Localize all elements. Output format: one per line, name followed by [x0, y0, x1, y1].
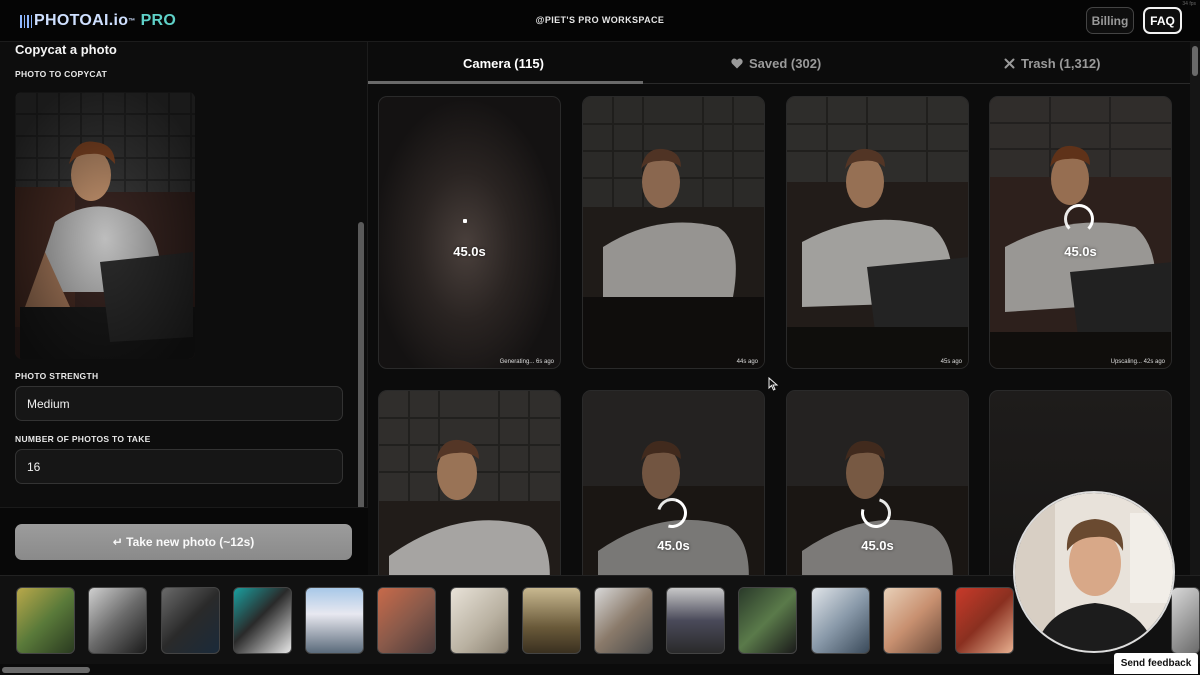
reference-thumbnail[interactable] — [16, 587, 75, 654]
send-feedback-button[interactable]: Send feedback — [1114, 653, 1198, 674]
reference-thumbnail[interactable] — [883, 587, 942, 654]
fps-counter: 34 fps — [1182, 1, 1196, 7]
generated-photo — [583, 97, 764, 368]
tab-saved-label: Saved (302) — [749, 56, 822, 71]
active-tab-indicator — [368, 81, 643, 84]
mouse-cursor-icon — [768, 377, 779, 391]
reference-thumbnail[interactable] — [955, 587, 1014, 654]
gallery-scrollbar[interactable] — [1190, 42, 1200, 575]
reference-thumbnail[interactable] — [738, 587, 797, 654]
copycat-photo-image — [15, 92, 195, 359]
reference-thumbnail[interactable] — [811, 587, 870, 654]
gallery-tabs: Camera (115) Saved (302) Trash (1,312) — [368, 42, 1190, 84]
heart-icon — [731, 58, 743, 69]
card-status: Upscaling... 42s ago — [1110, 359, 1165, 365]
generated-photo — [379, 391, 560, 575]
left-panel: Copycat a photo PHOTO TO COPYCAT PHOTO S… — [0, 42, 368, 575]
photo-card[interactable]: 44s ago — [582, 96, 765, 369]
faq-button[interactable]: FAQ — [1143, 7, 1182, 34]
reference-thumbnail[interactable] — [305, 587, 364, 654]
take-photo-area: ↵ Take new photo (~12s) — [0, 507, 368, 575]
card-status: 44s ago — [736, 359, 758, 365]
tab-camera[interactable]: Camera (115) — [463, 56, 544, 71]
photo-to-copycat-label: PHOTO TO COPYCAT — [15, 69, 108, 79]
reference-thumbnail[interactable] — [666, 587, 725, 654]
reference-thumbnail[interactable] — [522, 587, 581, 654]
number-of-photos-input[interactable]: 16 — [15, 449, 343, 484]
reference-thumbnail[interactable] — [161, 587, 220, 654]
reference-thumbnail[interactable] — [1171, 587, 1200, 654]
reference-thumbnail[interactable] — [450, 587, 509, 654]
card-timer: 45.0s — [453, 244, 486, 259]
photo-card-loading[interactable]: 45.0s — [582, 390, 765, 575]
webcam-overlay[interactable] — [1013, 491, 1175, 653]
reference-thumbnail[interactable] — [594, 587, 653, 654]
take-new-photo-button[interactable]: ↵ Take new photo (~12s) — [15, 524, 352, 560]
reference-thumbnail[interactable] — [233, 587, 292, 654]
top-bar: PHOTOAI.io ™ PRO @PIET'S PRO WORKSPACE B… — [0, 0, 1200, 42]
card-timer: 45.0s — [1064, 244, 1097, 259]
number-of-photos-label: NUMBER OF PHOTOS TO TAKE — [15, 434, 151, 444]
photo-card-loading[interactable]: 45.0s — [786, 390, 969, 575]
tab-trash-label: Trash (1,312) — [1021, 56, 1101, 71]
generated-photo — [787, 97, 968, 368]
reference-thumbnail[interactable] — [88, 587, 147, 654]
photo-card[interactable] — [378, 390, 561, 575]
progress-dot — [463, 219, 467, 223]
photo-card-upscaling[interactable]: 45.0s Upscaling... 42s ago — [989, 96, 1172, 369]
left-panel-scrollbar[interactable] — [358, 222, 364, 547]
photo-card[interactable]: 45s ago — [786, 96, 969, 369]
workspace-title: @PIET'S PRO WORKSPACE — [535, 15, 665, 25]
photo-card-generating[interactable]: 45.0s Generating... 6s ago — [378, 96, 561, 369]
billing-button[interactable]: Billing — [1086, 7, 1134, 34]
tab-trash[interactable]: Trash (1,312) — [1004, 56, 1101, 71]
webcam-video — [1015, 493, 1173, 651]
x-icon — [1004, 58, 1015, 69]
loading-spinner-icon — [1064, 204, 1094, 234]
reference-thumbnail[interactable] — [377, 587, 436, 654]
card-status: 45s ago — [940, 359, 962, 365]
photo-strength-label: PHOTO STRENGTH — [15, 371, 99, 381]
tab-camera-label: Camera (115) — [463, 56, 544, 71]
panel-title: Copycat a photo — [15, 42, 117, 57]
copycat-photo[interactable] — [15, 92, 195, 359]
tab-saved[interactable]: Saved (302) — [731, 56, 821, 71]
card-status: Generating... 6s ago — [499, 359, 554, 365]
card-timer: 45.0s — [861, 538, 894, 553]
card-timer: 45.0s — [657, 538, 690, 553]
photo-strength-select[interactable]: Medium — [15, 386, 343, 421]
strip-scrollbar[interactable] — [0, 664, 1200, 675]
